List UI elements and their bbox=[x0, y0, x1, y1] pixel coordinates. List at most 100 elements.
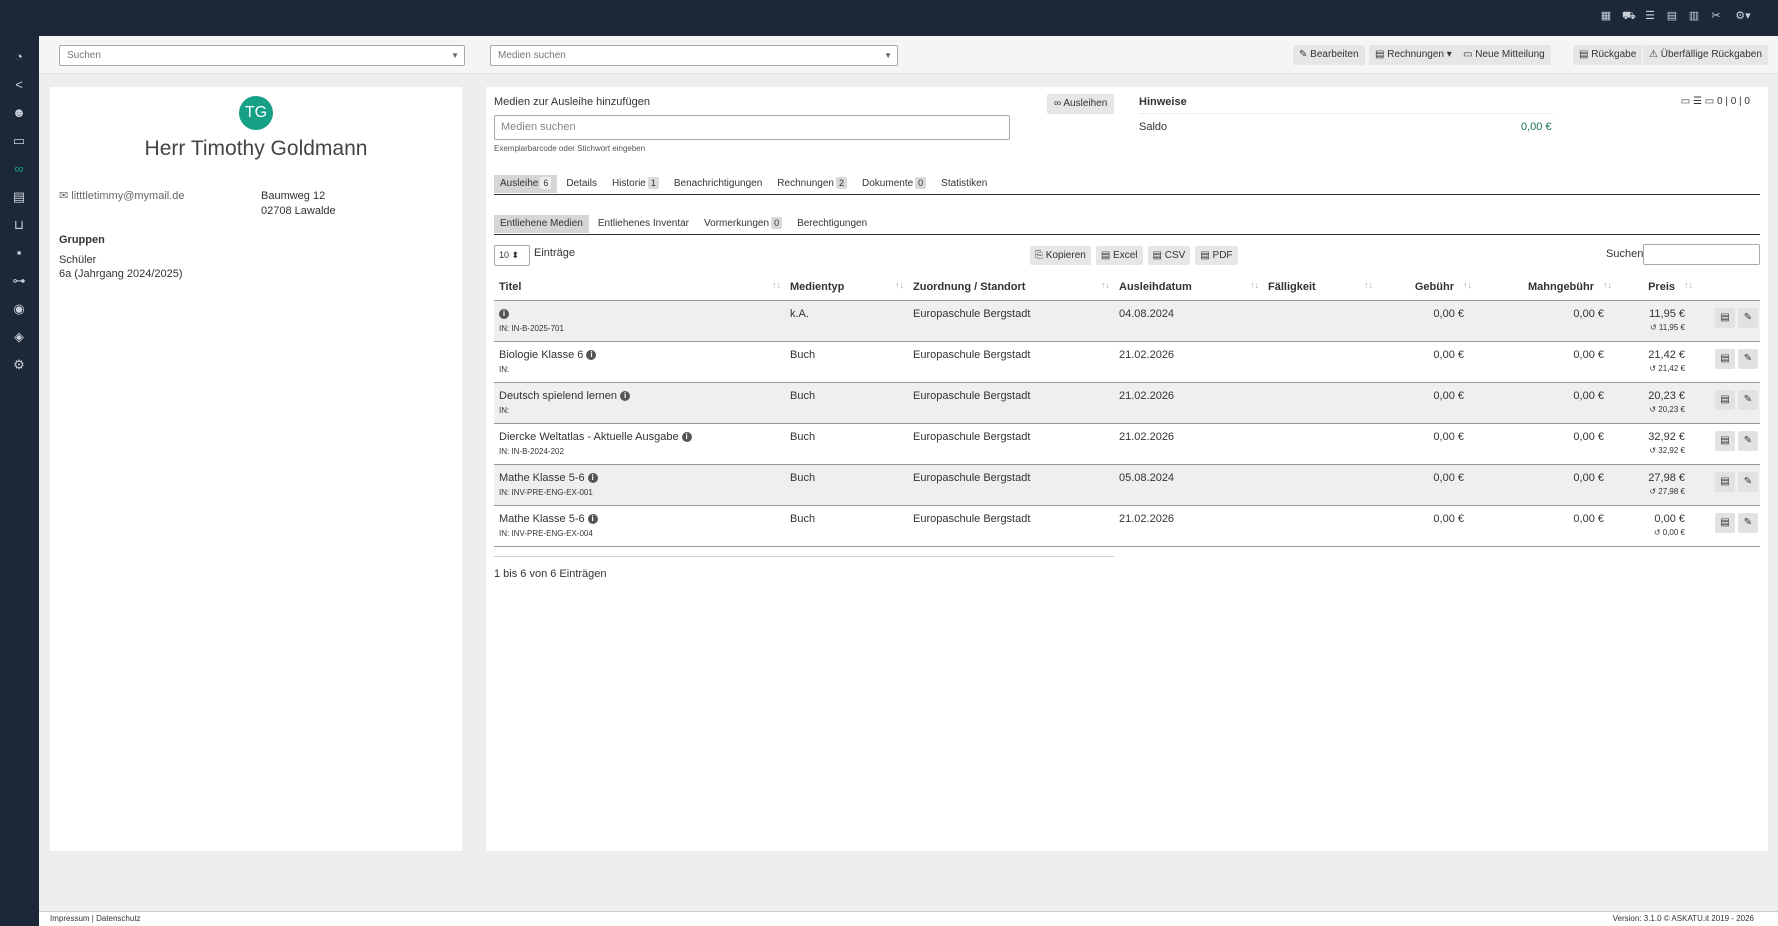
col-loandate-label: Ausleihdatum bbox=[1119, 281, 1192, 294]
tab-label: Benachrichtigungen bbox=[673, 178, 763, 189]
col-location[interactable]: Zuordnung / Standort ↑↓ bbox=[908, 275, 1114, 301]
inventory-number: IN: INV-PRE-ENG-EX-001 bbox=[499, 487, 593, 497]
sitemap-icon[interactable]: ⊶ bbox=[10, 272, 28, 290]
book-icon[interactable]: ▤ bbox=[10, 188, 28, 206]
tab-3[interactable]: Benachrichtigungen bbox=[668, 175, 768, 193]
tab-5[interactable]: Dokumente 0 bbox=[856, 175, 932, 193]
document-icon[interactable]: ▥ bbox=[1688, 10, 1700, 23]
excel-button[interactable]: ▤ Excel bbox=[1095, 246, 1143, 265]
tab-1[interactable]: Details bbox=[560, 175, 603, 193]
info-icon[interactable]: i bbox=[586, 349, 597, 360]
invoices-dropdown-button[interactable]: ▤ Rechnungen ▾ bbox=[1369, 45, 1458, 65]
envelope-icon: ✉ bbox=[59, 190, 69, 202]
edit-icon[interactable]: ✎ bbox=[1738, 389, 1758, 410]
info-icon[interactable]: i bbox=[587, 472, 598, 483]
info-icon[interactable]: i bbox=[620, 390, 631, 401]
csv-button[interactable]: ▤ CSV bbox=[1147, 246, 1191, 265]
cell-actions: ▤ ✎ bbox=[1697, 423, 1760, 465]
edit-icon[interactable]: ✎ bbox=[1738, 471, 1758, 492]
user-email[interactable]: ✉ litttletimmy@mymail.de bbox=[59, 189, 185, 202]
subtab-0[interactable]: Entliehene Medien bbox=[494, 215, 589, 233]
clipboard-icon[interactable]: ▤ bbox=[1666, 10, 1678, 23]
new-message-button[interactable]: ▭ Neue Mitteilung bbox=[1457, 45, 1551, 65]
shield-icon[interactable]: ◈ bbox=[10, 328, 28, 346]
info-icon[interactable]: i bbox=[587, 513, 598, 524]
title-text[interactable]: Mathe Klasse 5-6 bbox=[499, 513, 585, 525]
col-mediatype[interactable]: Medientyp ↑↓ bbox=[785, 275, 908, 301]
col-dunning[interactable]: Mahngebühr ↑↓ bbox=[1476, 275, 1616, 301]
edit-icon[interactable]: ✎ bbox=[1738, 512, 1758, 533]
info-icon[interactable]: i bbox=[499, 308, 509, 319]
page-length-select[interactable]: 10 ⬍ bbox=[494, 245, 530, 266]
table-search-input[interactable] bbox=[1643, 244, 1760, 265]
document-icon[interactable]: ▤ bbox=[1715, 307, 1735, 328]
invoices-button-label: Rechnungen bbox=[1387, 49, 1444, 60]
pdf-button[interactable]: ▤ PDF bbox=[1195, 246, 1238, 265]
monitor-icon[interactable]: ▭ bbox=[10, 132, 28, 150]
page-length-value: 10 bbox=[499, 250, 510, 260]
car-icon[interactable]: ⛟ bbox=[1622, 10, 1636, 23]
calendar-icon[interactable]: ▦ bbox=[1600, 10, 1612, 23]
document-icon[interactable]: ▤ bbox=[1715, 512, 1735, 533]
table-row: Mathe Klasse 5-6 i IN: INV-PRE-ENG-EX-004… bbox=[494, 505, 1760, 547]
edit-icon[interactable]: ✎ bbox=[1738, 307, 1758, 328]
gear-icon[interactable]: ⚙▾ bbox=[1732, 10, 1754, 23]
price-value: 32,92 € bbox=[1648, 430, 1685, 443]
col-title[interactable]: Titel ↑↓ bbox=[494, 275, 785, 301]
table-row: Diercke Weltatlas - Aktuelle Ausgabe i IN… bbox=[494, 423, 1760, 465]
info-icon[interactable]: i bbox=[681, 431, 692, 442]
tab-6[interactable]: Statistiken bbox=[935, 175, 993, 193]
cell-due bbox=[1263, 423, 1377, 465]
overdue-returns-button[interactable]: ⚠ Überfällige Rückgaben bbox=[1643, 45, 1768, 65]
cell-fee: 0,00 € bbox=[1377, 341, 1476, 383]
edit-icon[interactable]: ✎ bbox=[1738, 348, 1758, 369]
boxes-icon[interactable]: ▪ bbox=[10, 244, 28, 262]
col-price[interactable]: Preis ↑↓ bbox=[1616, 275, 1697, 301]
list-icon[interactable]: ☰ bbox=[1644, 10, 1656, 23]
table-info: 1 bis 6 von 6 Einträgen bbox=[494, 568, 607, 580]
cell-mediatype: Buch bbox=[785, 382, 908, 424]
footer: Impressum | Datenschutz Version: 3.1.0 ©… bbox=[39, 911, 1778, 926]
document-icon[interactable]: ▤ bbox=[1715, 430, 1735, 451]
cell-location: Europaschule Bergstadt bbox=[908, 505, 1114, 547]
table-row: i IN: IN-B-2025-701 k.A. Europaschule Bergs… bbox=[494, 300, 1760, 342]
cogs-icon[interactable]: ⚙ bbox=[10, 356, 28, 374]
title-text[interactable]: Deutsch spielend lernen bbox=[499, 390, 617, 402]
subtab-3[interactable]: Berechtigungen bbox=[791, 215, 873, 233]
price-history: ↺ 32,92 € bbox=[1621, 446, 1685, 455]
tab-0[interactable]: Ausleihe 6 bbox=[494, 175, 558, 193]
document-icon[interactable]: ▤ bbox=[1715, 389, 1735, 410]
title-text[interactable]: Biologie Klasse 6 bbox=[499, 349, 583, 361]
return-button[interactable]: ▤ Rückgabe bbox=[1573, 45, 1643, 65]
add-media-input[interactable]: Medien suchen bbox=[494, 115, 1010, 140]
user-name: Herr Timothy Goldmann bbox=[144, 137, 368, 160]
document-icon[interactable]: ▤ bbox=[1715, 471, 1735, 492]
lend-button[interactable]: ∞ Ausleihen bbox=[1047, 94, 1115, 114]
media-search-select[interactable]: Medien suchen ▼ bbox=[490, 45, 898, 66]
edit-button[interactable]: ✎ Bearbeiten bbox=[1293, 45, 1365, 65]
cell-title: i IN: IN-B-2025-701 bbox=[494, 300, 785, 342]
document-icon[interactable]: ▤ bbox=[1715, 348, 1735, 369]
tools-icon[interactable]: ✂ bbox=[1710, 10, 1722, 23]
col-loandate[interactable]: Ausleihdatum ↑↓ bbox=[1114, 275, 1263, 301]
dashboard-icon[interactable]: ◔ bbox=[10, 48, 28, 66]
copy-button[interactable]: ⎘ Kopieren bbox=[1030, 246, 1091, 265]
user-search-select[interactable]: Suchen ▼ bbox=[59, 45, 465, 66]
tab-2[interactable]: Historie 1 bbox=[606, 175, 665, 193]
cart-icon[interactable]: ⊔ bbox=[10, 216, 28, 234]
footer-links[interactable]: Impressum | Datenschutz bbox=[50, 914, 141, 923]
subtab-label: Berechtigungen bbox=[797, 218, 868, 229]
subtab-2[interactable]: Vormerkungen 0 bbox=[698, 215, 788, 233]
share-icon[interactable]: < bbox=[10, 76, 28, 94]
title-text[interactable]: Diercke Weltatlas - Aktuelle Ausgabe bbox=[499, 431, 679, 443]
col-due[interactable]: Fälligkeit ↑↓ bbox=[1263, 275, 1377, 301]
cell-price: 20,23 € ↺ 20,23 € bbox=[1616, 382, 1697, 424]
edit-icon[interactable]: ✎ bbox=[1738, 430, 1758, 451]
person-money-icon[interactable]: ◉ bbox=[10, 300, 28, 318]
title-text[interactable]: Mathe Klasse 5-6 bbox=[499, 472, 585, 484]
tab-4[interactable]: Rechnungen 2 bbox=[771, 175, 853, 193]
col-fee[interactable]: Gebühr ↑↓ bbox=[1377, 275, 1476, 301]
handshake-icon[interactable]: ∞ bbox=[10, 160, 28, 178]
subtab-1[interactable]: Entliehenes Inventar bbox=[592, 215, 695, 233]
users-icon[interactable]: ☻ bbox=[10, 104, 28, 122]
